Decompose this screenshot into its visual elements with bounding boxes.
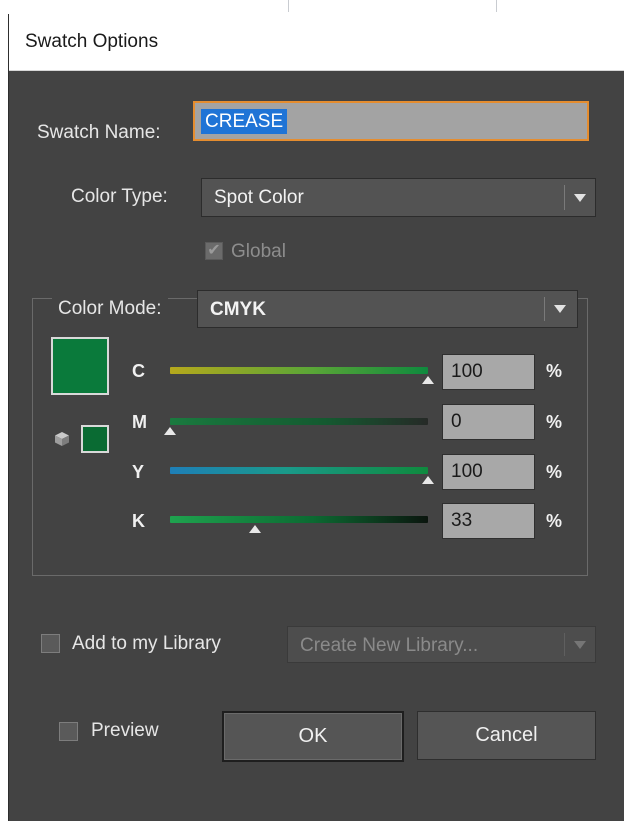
library-dropdown[interactable]: Create New Library... (287, 626, 596, 663)
channel-m-unit: % (546, 412, 563, 432)
chevron-down-icon[interactable] (565, 627, 595, 662)
library-dropdown-value: Create New Library... (300, 635, 479, 656)
dialog-title: Swatch Options (25, 31, 159, 52)
color-mode-dropdown[interactable]: CMYK (197, 290, 578, 328)
color-type-dropdown[interactable]: Spot Color (201, 178, 596, 217)
swatch-name-value: CREASE (201, 109, 288, 134)
swatch-color-preview (51, 337, 109, 395)
channel-m-label: M (132, 412, 147, 432)
add-to-library-checkbox[interactable] (41, 634, 60, 653)
chevron-down-icon[interactable] (565, 179, 595, 216)
color-mode-label: Color Mode: (52, 298, 168, 320)
channel-c-input[interactable]: 100 (442, 354, 535, 390)
color-type-label: Color Type: (71, 186, 168, 207)
background-gridline (496, 0, 497, 12)
preview-label: Preview (91, 720, 159, 741)
channel-k-input[interactable]: 33 (442, 503, 535, 539)
channel-k-label: K (132, 511, 145, 531)
color-type-value: Spot Color (214, 187, 304, 208)
swatch-name-label: Swatch Name: (37, 122, 161, 143)
channel-y-slider[interactable] (170, 467, 428, 474)
preview-checkbox[interactable] (59, 722, 78, 741)
global-label: Global (231, 241, 286, 262)
background-gridline (288, 0, 289, 12)
ok-button[interactable]: OK (222, 711, 404, 762)
channel-m-slider[interactable] (170, 418, 428, 425)
global-checkbox[interactable]: ✔ (205, 242, 223, 260)
channel-y-unit: % (546, 462, 563, 482)
channel-y-slider-thumb[interactable] (422, 476, 434, 484)
dialog-titlebar[interactable]: Swatch Options (9, 14, 624, 71)
add-to-library-label: Add to my Library (72, 633, 221, 654)
screen: Swatch Options Swatch Name: CREASE Color… (0, 0, 624, 821)
cancel-button[interactable]: Cancel (417, 711, 596, 760)
channel-c-slider-thumb[interactable] (422, 376, 434, 384)
color-mode-value: CMYK (210, 299, 266, 320)
channel-c-unit: % (546, 361, 563, 381)
channel-c-label: C (132, 361, 145, 381)
channel-k-slider[interactable] (170, 516, 428, 523)
chevron-down-icon[interactable] (545, 291, 575, 327)
channel-y-label: Y (132, 462, 145, 482)
channel-m-slider-thumb[interactable] (164, 427, 176, 435)
channel-y-input[interactable]: 100 (442, 454, 535, 490)
swatch-name-input[interactable]: CREASE (193, 101, 589, 141)
channel-m-input[interactable]: 0 (442, 404, 535, 440)
channel-k-slider-thumb[interactable] (249, 525, 261, 533)
cube-icon (55, 432, 69, 446)
channel-k-unit: % (546, 511, 563, 531)
out-of-gamut-swatch[interactable] (81, 425, 109, 453)
channel-c-slider[interactable] (170, 367, 428, 374)
